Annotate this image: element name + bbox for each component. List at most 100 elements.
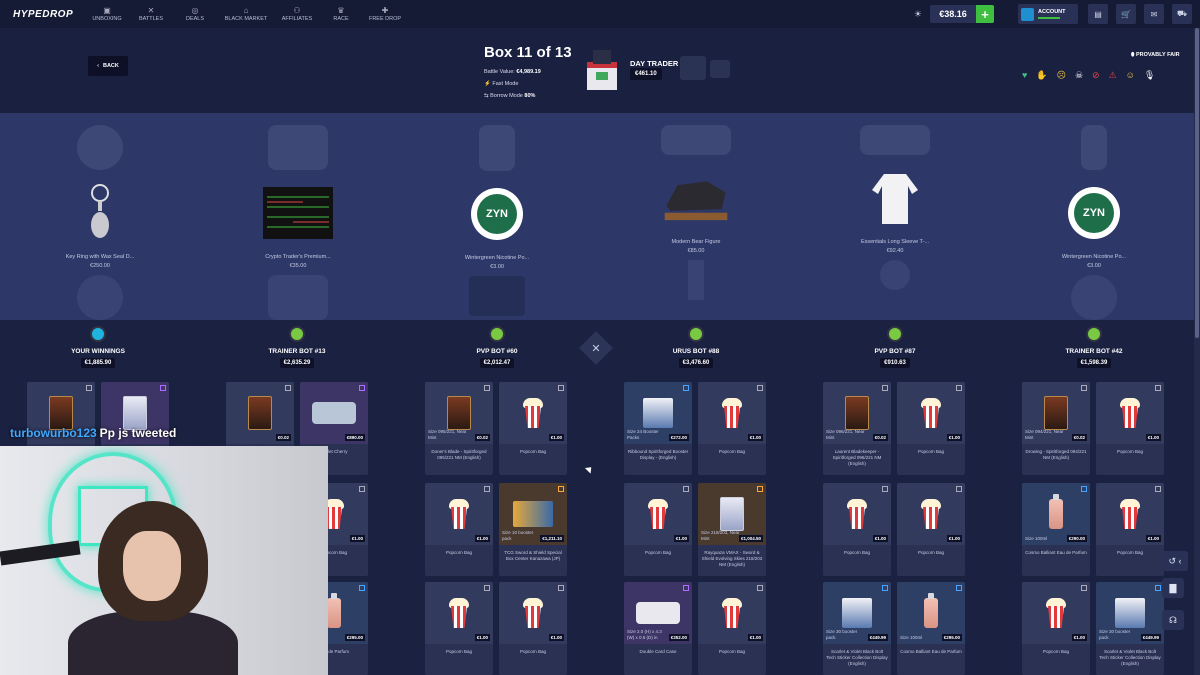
item-card[interactable]: Size 100ml €290.00 Cosmo Balliant Eau de P… bbox=[1022, 483, 1090, 576]
item-card[interactable]: €1.00 Popcorn Bag bbox=[499, 582, 567, 675]
nav-battles[interactable]: ✕ BATTLES bbox=[129, 6, 173, 22]
next-box-thumb[interactable] bbox=[710, 60, 730, 78]
item-card[interactable]: Size 30 booster pack €449.99 Scarlet & Vio… bbox=[823, 582, 891, 675]
item-card[interactable]: Size 096/221, Near Mint €0.02 Laurent Blad… bbox=[823, 382, 891, 475]
item-card[interactable]: Size 2.0 (H) x 4.3 (W) x 0.6 (D) in €352.… bbox=[624, 582, 692, 675]
item-card[interactable]: Size 10 booster pack €1,211.10 TCG Sword &… bbox=[499, 483, 567, 576]
player-slot[interactable]: URUS BOT #88 €3,476.60 bbox=[636, 326, 756, 368]
spinner-item-name: Essentials Long Sleeve T-... bbox=[860, 239, 930, 245]
back-button[interactable]: ‹ BACK bbox=[88, 56, 128, 76]
item-card[interactable]: €1.00 Popcorn Bag bbox=[1096, 382, 1164, 475]
item-card[interactable]: €1.00 Popcorn Bag bbox=[425, 483, 493, 576]
item-card[interactable]: Size 24 Booster Packs €272.00 Ribbound Spi… bbox=[624, 382, 692, 475]
spinner-item-name: Wintergreen Nicotine Po... bbox=[464, 255, 530, 261]
rarity-tag bbox=[683, 385, 689, 391]
perfume-image bbox=[1049, 494, 1063, 529]
site-logo[interactable]: HYPEDROP bbox=[13, 9, 85, 20]
item-card[interactable]: Size 094/221, Near Mint €0.02 Drowing - Sp… bbox=[1022, 382, 1090, 475]
avatar bbox=[289, 326, 305, 342]
player-slot[interactable]: TRAINER BOT #13 €2,635.29 bbox=[237, 326, 357, 368]
nav-black-market[interactable]: ⌂ BLACK MARKET bbox=[217, 6, 275, 22]
item-card[interactable]: €1.00 Popcorn Bag bbox=[897, 382, 965, 475]
spinner-item-name: Crypto Trader's Premium... bbox=[265, 253, 331, 260]
theme-toggle-icon[interactable]: ☀ bbox=[914, 9, 922, 20]
item-card[interactable]: Size 30 booster pack €449.99 Scarlet & Vio… bbox=[1096, 582, 1164, 675]
ghost-item-image bbox=[77, 125, 123, 170]
item-card[interactable]: Size 100ml €295.00 Cosmo Balliant Eau de P… bbox=[897, 582, 965, 675]
player-slot[interactable]: YOUR WINNINGS €1,885.90 bbox=[38, 326, 158, 368]
player-slot[interactable]: PVP BOT #87 €910.63 bbox=[835, 326, 955, 368]
item-card[interactable]: €1.00 Popcorn Bag bbox=[698, 582, 766, 675]
popcorn-image bbox=[920, 398, 942, 428]
warning-icon[interactable]: ⚠ bbox=[1109, 70, 1117, 81]
item-card[interactable]: €1.00 Popcorn Bag bbox=[624, 483, 692, 576]
item-card[interactable]: €1.00 Popcorn Bag bbox=[897, 483, 965, 576]
player-name: PVP BOT #60 bbox=[476, 348, 518, 355]
item-name: Popcorn Bag bbox=[1116, 449, 1144, 454]
rarity-tag bbox=[160, 385, 166, 391]
booster-display-image bbox=[1115, 598, 1145, 628]
item-price: €1.00 bbox=[474, 634, 490, 641]
item-name: Popcorn Bag bbox=[843, 550, 871, 555]
popcorn-image bbox=[1045, 598, 1067, 628]
provably-fair-link[interactable]: ⬮ PROVABLY FAIR bbox=[1131, 52, 1180, 59]
no-icon[interactable]: ⊘ bbox=[1092, 70, 1100, 81]
spinner-item-name: Modern Bear Figure bbox=[671, 239, 721, 245]
item-card[interactable]: €1.00 Popcorn Bag bbox=[823, 483, 891, 576]
rarity-tag bbox=[1081, 585, 1087, 591]
scrollbar[interactable] bbox=[1194, 28, 1200, 675]
item-card[interactable]: €1.00 Popcorn Bag bbox=[425, 582, 493, 675]
hand-icon[interactable]: ✋ bbox=[1036, 70, 1047, 81]
headset-icon[interactable]: ☊ bbox=[1162, 610, 1184, 630]
nav-deals[interactable]: ◎ DEALS bbox=[173, 6, 217, 22]
item-name: Popcorn Bag bbox=[519, 649, 547, 654]
item-price: €1.00 bbox=[872, 535, 888, 542]
item-card[interactable]: €1.00 Popcorn Bag bbox=[1096, 483, 1164, 576]
item-price: €290.00 bbox=[1066, 535, 1087, 542]
nav-free-drop[interactable]: ✚ FREE DROP bbox=[363, 6, 407, 22]
avatar bbox=[90, 326, 106, 342]
rarity-tag bbox=[558, 486, 564, 492]
account-button[interactable]: ACCOUNT bbox=[1018, 4, 1078, 24]
player-slot[interactable]: PVP BOT #60 €2,012.47 bbox=[437, 326, 557, 368]
deposit-button[interactable]: + bbox=[976, 5, 994, 23]
spinner-item-price: €85.00 bbox=[687, 248, 705, 254]
close-button[interactable]: ✕ bbox=[579, 331, 613, 365]
player-slot[interactable]: TRAINER BOT #42 €1,598.39 bbox=[1034, 326, 1154, 368]
item-card[interactable]: Size 218/203, Near Mint €1,004.50 Rayquaza… bbox=[698, 483, 766, 576]
rarity-tag bbox=[285, 385, 291, 391]
delivery-icon[interactable]: ⛟ bbox=[1172, 4, 1192, 24]
next-box-thumb[interactable] bbox=[680, 56, 706, 80]
gift-icon: ✚ bbox=[381, 6, 389, 15]
item-card[interactable]: Size 095/221, Near Mint €0.02 Doner's Blad… bbox=[425, 382, 493, 475]
booster-display-image bbox=[842, 598, 872, 628]
item-card[interactable]: €1.00 Popcorn Bag bbox=[1022, 582, 1090, 675]
chat-icon[interactable]: ▇ bbox=[1162, 578, 1184, 598]
mail-icon[interactable]: ✉ bbox=[1144, 4, 1164, 24]
history-icon[interactable]: ↺ ‹ bbox=[1162, 551, 1188, 571]
heart-icon[interactable]: ♥ bbox=[1022, 70, 1027, 81]
item-image-area: Size 096/221, Near Mint €0.02 bbox=[823, 382, 891, 444]
nav-race[interactable]: ♛ RACE bbox=[319, 6, 363, 22]
spinner-item: Key Ring with Wax Seal D... €250.00 bbox=[40, 113, 160, 320]
item-card[interactable]: €1.00 Popcorn Bag bbox=[499, 382, 567, 475]
face-icon[interactable]: ☹ bbox=[1057, 70, 1066, 81]
avatar bbox=[1086, 326, 1102, 342]
scrollbar-thumb[interactable] bbox=[1195, 28, 1199, 338]
item-price: €1.00 bbox=[474, 535, 490, 542]
mic-icon[interactable]: 🎙 bbox=[1144, 70, 1155, 81]
inventory-icon[interactable]: ▤ bbox=[1088, 4, 1108, 24]
nav-affiliates[interactable]: ⚇ AFFILIATES bbox=[275, 6, 319, 22]
nav-unboxing[interactable]: ▣ UNBOXING bbox=[85, 6, 129, 22]
cart-icon[interactable]: 🛒 bbox=[1116, 4, 1136, 24]
rarity-tag bbox=[1155, 486, 1161, 492]
rarity-tag bbox=[484, 486, 490, 492]
balance-display[interactable]: €38.16 bbox=[930, 5, 976, 23]
laugh-icon[interactable]: ☺ bbox=[1126, 70, 1135, 81]
item-card[interactable]: €1.00 Popcorn Bag bbox=[698, 382, 766, 475]
item-name: Scarlet & Violet Black Bolt Tech Sticker… bbox=[826, 649, 888, 666]
item-image-area: €1.00 bbox=[1022, 582, 1090, 644]
item-name: Laurent Bladekeeper - Spiritforged 096/2… bbox=[832, 449, 882, 466]
item-details: Size 100ml bbox=[1025, 536, 1048, 541]
skull-icon[interactable]: ☠ bbox=[1075, 70, 1083, 81]
